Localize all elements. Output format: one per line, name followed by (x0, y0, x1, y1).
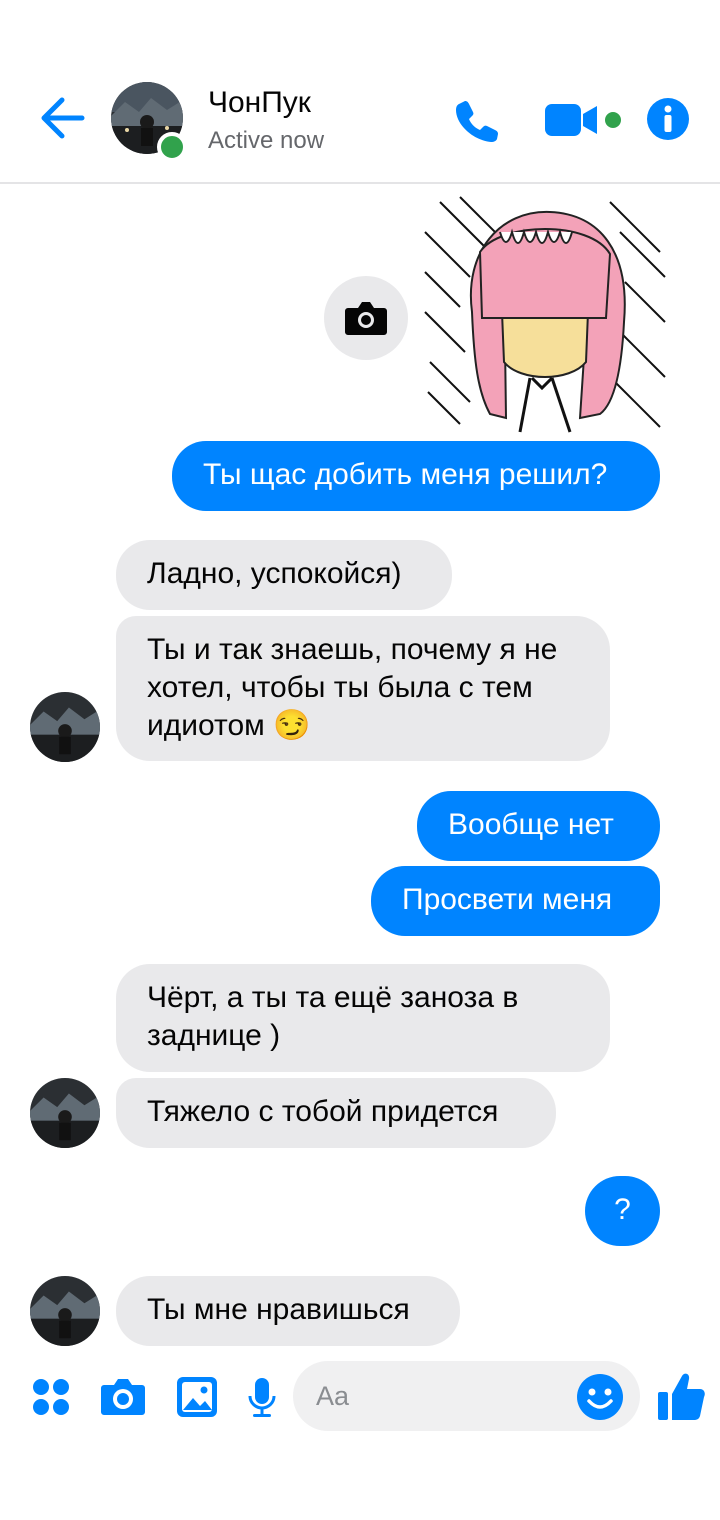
sticker-image[interactable] (420, 192, 668, 438)
camera-icon[interactable] (100, 1377, 146, 1417)
message-bubble-incoming[interactable]: Ты и так знаешь, почему я не хотел, чтоб… (116, 616, 610, 761)
image-icon[interactable] (176, 1376, 218, 1418)
message-bubble-incoming[interactable]: Чёрт, а ты та ещё заноза в заднице ) (116, 964, 610, 1072)
contact-mini-avatar (30, 1078, 100, 1148)
apps-grid-icon[interactable] (32, 1378, 70, 1416)
contact-mini-avatar (30, 692, 100, 762)
message-bubble-incoming[interactable]: Ладно, успокойся) (116, 540, 452, 610)
video-camera-icon[interactable] (545, 100, 625, 140)
back-arrow-icon[interactable] (38, 96, 86, 140)
message-bubble-incoming[interactable]: Ты мне нравишься (116, 1276, 460, 1346)
camera-icon (345, 302, 387, 335)
chat-header: ЧонПук Active now (0, 0, 720, 184)
smiley-icon[interactable] (576, 1373, 624, 1421)
phone-icon[interactable] (452, 96, 500, 144)
contact-name[interactable]: ЧонПук (208, 86, 311, 120)
contact-mini-avatar (30, 1276, 100, 1346)
message-input-placeholder: Aa (316, 1381, 350, 1411)
contact-status: Active now (208, 127, 325, 154)
camera-reply-button[interactable] (324, 276, 408, 360)
message-bubble-outgoing[interactable]: Вообще нет (417, 791, 660, 861)
online-status-dot (157, 132, 187, 162)
message-bubble-incoming[interactable]: Тяжело с тобой придется (116, 1078, 556, 1148)
message-bubble-outgoing[interactable]: Просвети меня (371, 866, 660, 936)
thumbs-up-icon[interactable] (656, 1370, 706, 1422)
microphone-icon[interactable] (247, 1376, 277, 1420)
info-icon[interactable] (646, 97, 690, 141)
message-bubble-outgoing[interactable]: Ты щас добить меня решил? (172, 441, 660, 511)
message-bubble-outgoing[interactable]: ? (585, 1176, 660, 1246)
